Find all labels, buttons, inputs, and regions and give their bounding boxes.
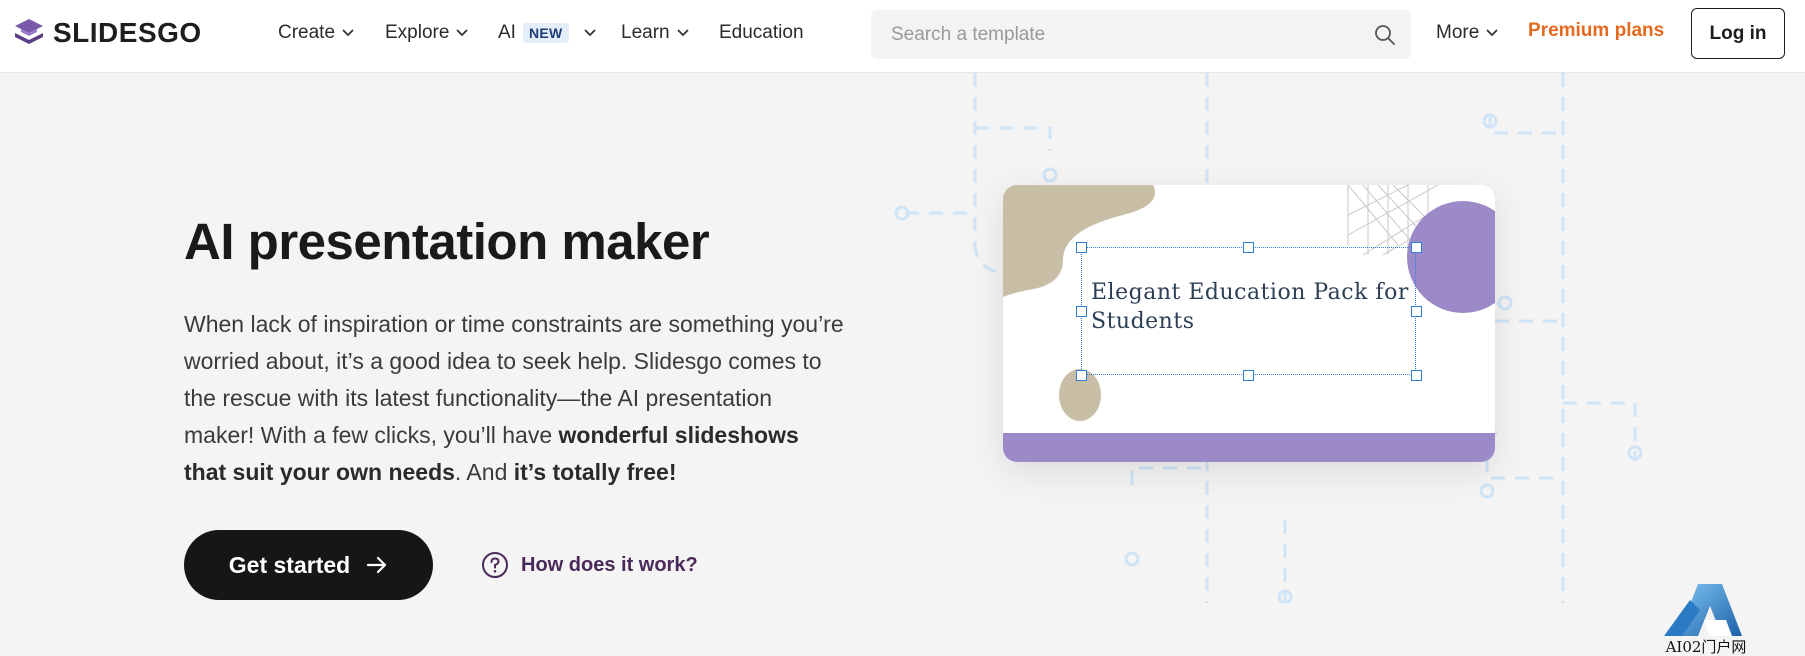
nav-ai-label: AI bbox=[498, 22, 516, 43]
hero-description: When lack of inspiration or time constra… bbox=[184, 306, 844, 491]
nav-create[interactable]: Create bbox=[278, 20, 354, 46]
question-circle-icon bbox=[482, 552, 508, 578]
slide-preview-card: Elegant Education Pack for Students bbox=[1003, 185, 1495, 462]
page-title: AI presentation maker bbox=[184, 213, 710, 270]
logo-text: SLIDESGO bbox=[53, 17, 202, 48]
nav-explore-label: Explore bbox=[385, 22, 450, 43]
nav-education[interactable]: Education bbox=[719, 20, 804, 46]
get-started-button[interactable]: Get started bbox=[184, 530, 433, 600]
resize-handle[interactable] bbox=[1076, 370, 1087, 381]
premium-plans-link[interactable]: Premium plans bbox=[1528, 20, 1664, 42]
hero-description-text-2: . And bbox=[454, 459, 514, 485]
nav-learn-label: Learn bbox=[621, 22, 670, 43]
search-bar bbox=[871, 10, 1411, 59]
resize-handle[interactable] bbox=[1243, 242, 1254, 253]
slidesgo-logo-icon bbox=[15, 19, 43, 44]
search-icon[interactable] bbox=[1373, 23, 1397, 47]
resize-handle[interactable] bbox=[1411, 242, 1422, 253]
resize-handle[interactable] bbox=[1076, 242, 1087, 253]
new-badge: NEW bbox=[522, 23, 569, 43]
nav-education-label: Education bbox=[719, 22, 804, 43]
get-started-label: Get started bbox=[228, 551, 351, 578]
logo[interactable]: SLIDESGO bbox=[13, 16, 202, 50]
chevron-down-icon bbox=[1486, 29, 1498, 37]
chevron-down-icon bbox=[456, 29, 469, 37]
nav-ai[interactable]: AI NEW bbox=[498, 20, 596, 46]
watermark-text: AI02门户网 bbox=[1665, 638, 1747, 656]
chevron-down-icon bbox=[342, 29, 354, 37]
slide-title: Elegant Education Pack for Students bbox=[1091, 280, 1409, 334]
chevron-down-icon bbox=[676, 29, 689, 37]
nav-more-label: More bbox=[1436, 22, 1480, 43]
resize-handle[interactable] bbox=[1076, 306, 1087, 317]
nav-learn[interactable]: Learn bbox=[621, 20, 689, 46]
chevron-down-icon bbox=[583, 29, 596, 37]
hero-description-bold-2: it’s totally free! bbox=[513, 459, 677, 485]
resize-handle[interactable] bbox=[1243, 370, 1254, 381]
how-does-it-work-link[interactable]: How does it work? bbox=[481, 551, 698, 579]
resize-handle[interactable] bbox=[1411, 370, 1422, 381]
how-does-it-work-label: How does it work? bbox=[521, 553, 698, 576]
top-navbar: SLIDESGO Create Explore AI NEW Learn Edu… bbox=[0, 0, 1805, 73]
nav-more[interactable]: More bbox=[1436, 20, 1498, 46]
nav-explore[interactable]: Explore bbox=[385, 20, 469, 46]
search-input[interactable] bbox=[871, 10, 1351, 59]
arrow-right-icon bbox=[367, 556, 387, 574]
nav-create-label: Create bbox=[278, 22, 336, 43]
login-button[interactable]: Log in bbox=[1691, 8, 1785, 59]
